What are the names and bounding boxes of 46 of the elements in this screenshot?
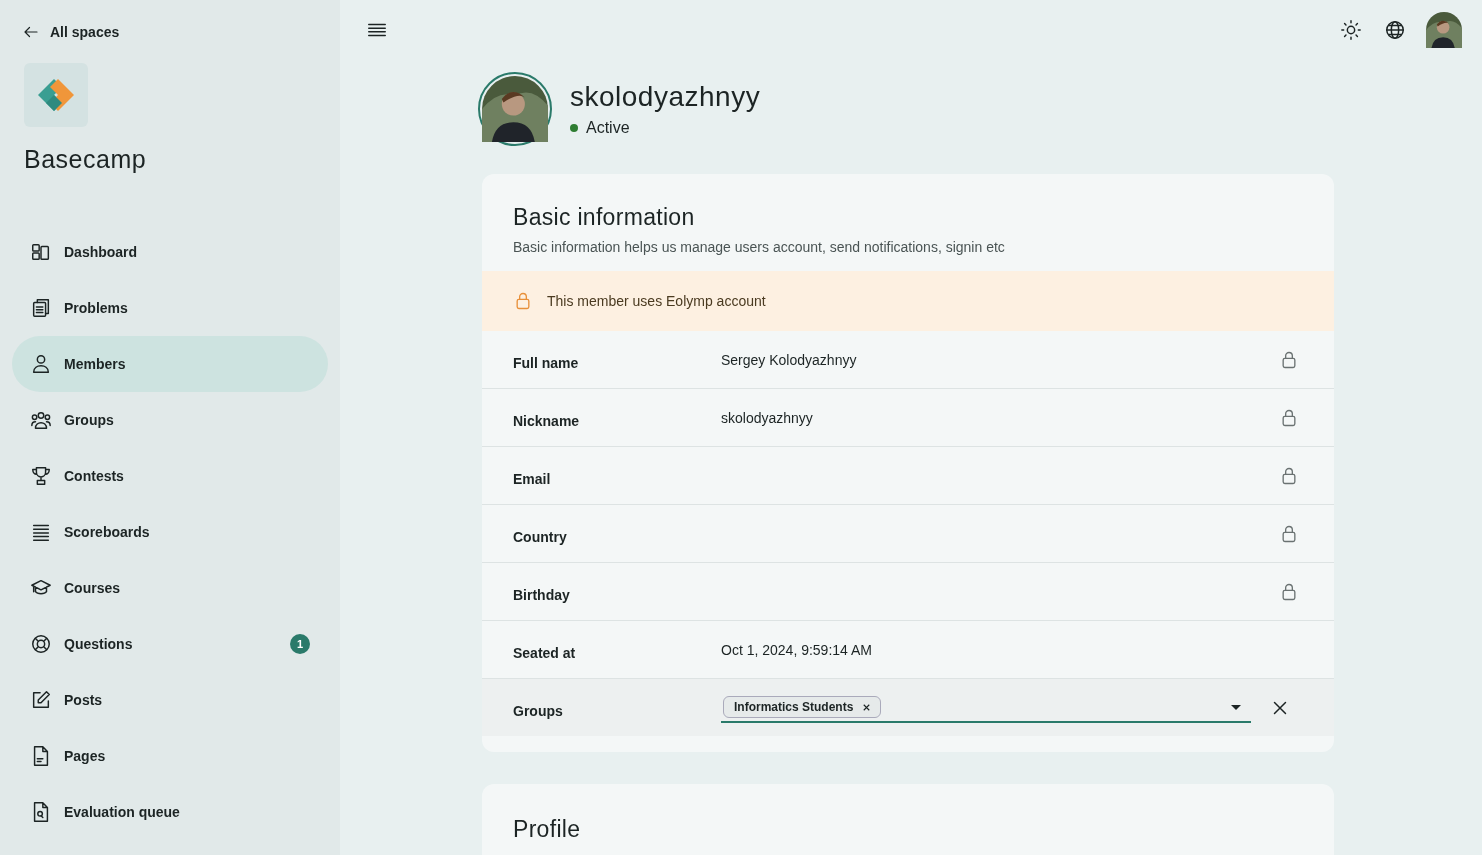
avatar <box>482 76 548 142</box>
edit-icon <box>30 689 52 711</box>
nav-item[interactable]: Dashboard <box>12 224 328 280</box>
field-label: Nickname <box>513 411 581 429</box>
group-chip[interactable]: Informatics Students <box>723 696 882 718</box>
nav-item[interactable]: Contests <box>12 448 328 504</box>
nav-item[interactable]: Evaluation queue <box>12 784 328 840</box>
lifebuoy-icon <box>30 633 52 655</box>
field-label: Email <box>513 469 552 487</box>
logo-icon <box>24 63 88 127</box>
nav-item[interactable]: Posts <box>12 672 328 728</box>
field-label: Seated at <box>513 643 577 661</box>
people-icon <box>30 409 52 431</box>
groups-select[interactable]: Informatics Students <box>721 692 1251 723</box>
field-value: skolodyazhnyy <box>721 409 813 426</box>
field-label: Groups <box>513 701 564 719</box>
nav-item[interactable]: Courses <box>12 560 328 616</box>
field-value: Sergey Kolodyazhnyy <box>721 351 857 368</box>
space-name: Basecamp <box>24 145 148 174</box>
nav-item[interactable]: Scoreboards <box>12 504 328 560</box>
notice-text: This member uses Eolymp account <box>547 293 766 309</box>
person-icon <box>30 353 52 375</box>
nav-item[interactable]: Problems <box>12 280 328 336</box>
count-badge: 1 <box>290 634 310 654</box>
nav-item[interactable]: Groups <box>12 392 328 448</box>
nav-item[interactable]: Questions 1 <box>12 616 328 672</box>
nav-item[interactable]: Members <box>12 336 328 392</box>
trophy-icon <box>30 465 52 487</box>
username: skolodyazhnyy <box>570 81 761 113</box>
field-label: Country <box>513 527 568 545</box>
section-description: Basic information helps us manage users account, send notifications, signin etc <box>513 239 1006 255</box>
sun-icon <box>1340 19 1362 41</box>
globe-icon <box>1384 19 1406 41</box>
status-text: Active <box>586 119 630 137</box>
avatar <box>1426 12 1462 48</box>
clipboard-icon <box>30 297 52 319</box>
dashboard-icon <box>30 241 52 263</box>
field-label: Birthday <box>513 585 571 603</box>
back-link[interactable]: All spaces <box>22 20 120 44</box>
dropdown-caret-icon <box>1231 704 1241 710</box>
section-title: Basic information <box>513 204 696 231</box>
field-value: Oct 1, 2024, 9:59:14 AM <box>721 641 872 658</box>
section-title: Profile <box>513 816 582 843</box>
field-label: Full name <box>513 353 580 371</box>
status-dot <box>570 124 578 132</box>
nav-item[interactable]: Pages <box>12 728 328 784</box>
